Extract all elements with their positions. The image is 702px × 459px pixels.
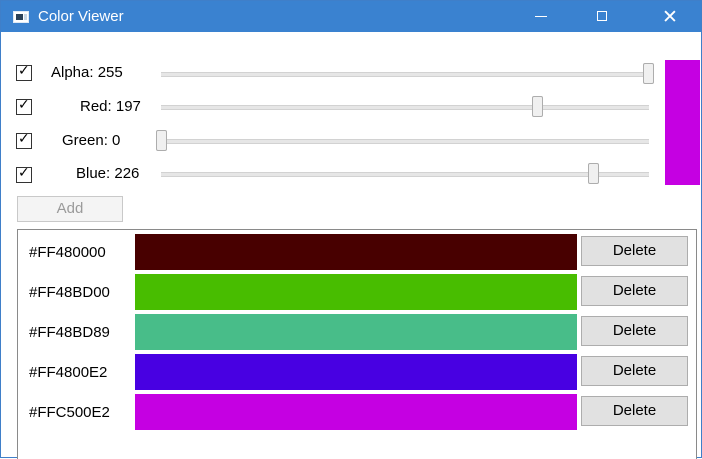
- window-title: Color Viewer: [38, 8, 124, 25]
- color-hex-label: #FF48BD00: [29, 284, 110, 301]
- color-hex-label: #FFC500E2: [29, 404, 110, 421]
- color-list[interactable]: #FF480000 Delete #FF48BD00 Delete #FF48B…: [17, 229, 697, 459]
- minimize-icon: [535, 16, 547, 17]
- check-icon: ✓: [18, 97, 30, 113]
- color-hex-label: #FF4800E2: [29, 364, 108, 381]
- delete-button[interactable]: Delete: [581, 356, 688, 386]
- color-preview-swatch: [665, 60, 700, 185]
- delete-button[interactable]: Delete: [581, 316, 688, 346]
- check-icon: ✓: [18, 63, 30, 79]
- green-checkbox[interactable]: ✓: [16, 131, 32, 149]
- color-hex-label: #FF480000: [29, 244, 106, 261]
- title-bar[interactable]: Color Viewer ✕: [1, 1, 701, 32]
- color-bar: [135, 274, 577, 310]
- color-hex-label: #FF48BD89: [29, 324, 110, 341]
- alpha-checkbox[interactable]: ✓: [16, 63, 32, 81]
- close-button[interactable]: ✕: [647, 1, 693, 32]
- color-bar: [135, 234, 577, 270]
- minimize-button[interactable]: [519, 1, 565, 32]
- blue-slider-thumb[interactable]: [587, 163, 599, 184]
- app-icon: [13, 11, 29, 23]
- check-icon: ✓: [18, 165, 30, 181]
- list-item: #FFC500E2 Delete: [18, 394, 696, 430]
- red-checkbox[interactable]: ✓: [16, 97, 32, 115]
- list-item: #FF48BD89 Delete: [18, 314, 696, 350]
- color-bar: [135, 314, 577, 350]
- green-slider-track[interactable]: [161, 139, 649, 144]
- list-item: #FF4800E2 Delete: [18, 354, 696, 390]
- green-label: Green: 0: [62, 132, 121, 149]
- delete-button[interactable]: Delete: [581, 276, 688, 306]
- color-viewer-window: Color Viewer ✕ ✓ Alpha: 255 ✓ Red: 197 ✓…: [0, 0, 702, 459]
- red-label: Red: 197: [80, 98, 141, 115]
- blue-checkbox[interactable]: ✓: [16, 165, 32, 183]
- alpha-label: Alpha: 255: [51, 64, 123, 81]
- blue-slider-track[interactable]: [161, 172, 649, 177]
- delete-button[interactable]: Delete: [581, 236, 688, 266]
- close-icon: ✕: [662, 6, 678, 28]
- alpha-slider-thumb[interactable]: [643, 63, 654, 84]
- color-bar: [135, 354, 577, 390]
- maximize-button[interactable]: [580, 1, 626, 32]
- add-button[interactable]: Add: [17, 196, 123, 222]
- green-slider-thumb[interactable]: [156, 130, 167, 151]
- check-icon: ✓: [18, 131, 30, 147]
- alpha-slider-track[interactable]: [161, 72, 649, 77]
- red-slider-track[interactable]: [161, 105, 649, 110]
- red-slider-thumb[interactable]: [532, 96, 544, 117]
- list-item: #FF480000 Delete: [18, 234, 696, 270]
- list-item: #FF48BD00 Delete: [18, 274, 696, 310]
- color-bar: [135, 394, 577, 430]
- maximize-icon: [597, 11, 607, 21]
- delete-button[interactable]: Delete: [581, 396, 688, 426]
- blue-label: Blue: 226: [76, 165, 140, 182]
